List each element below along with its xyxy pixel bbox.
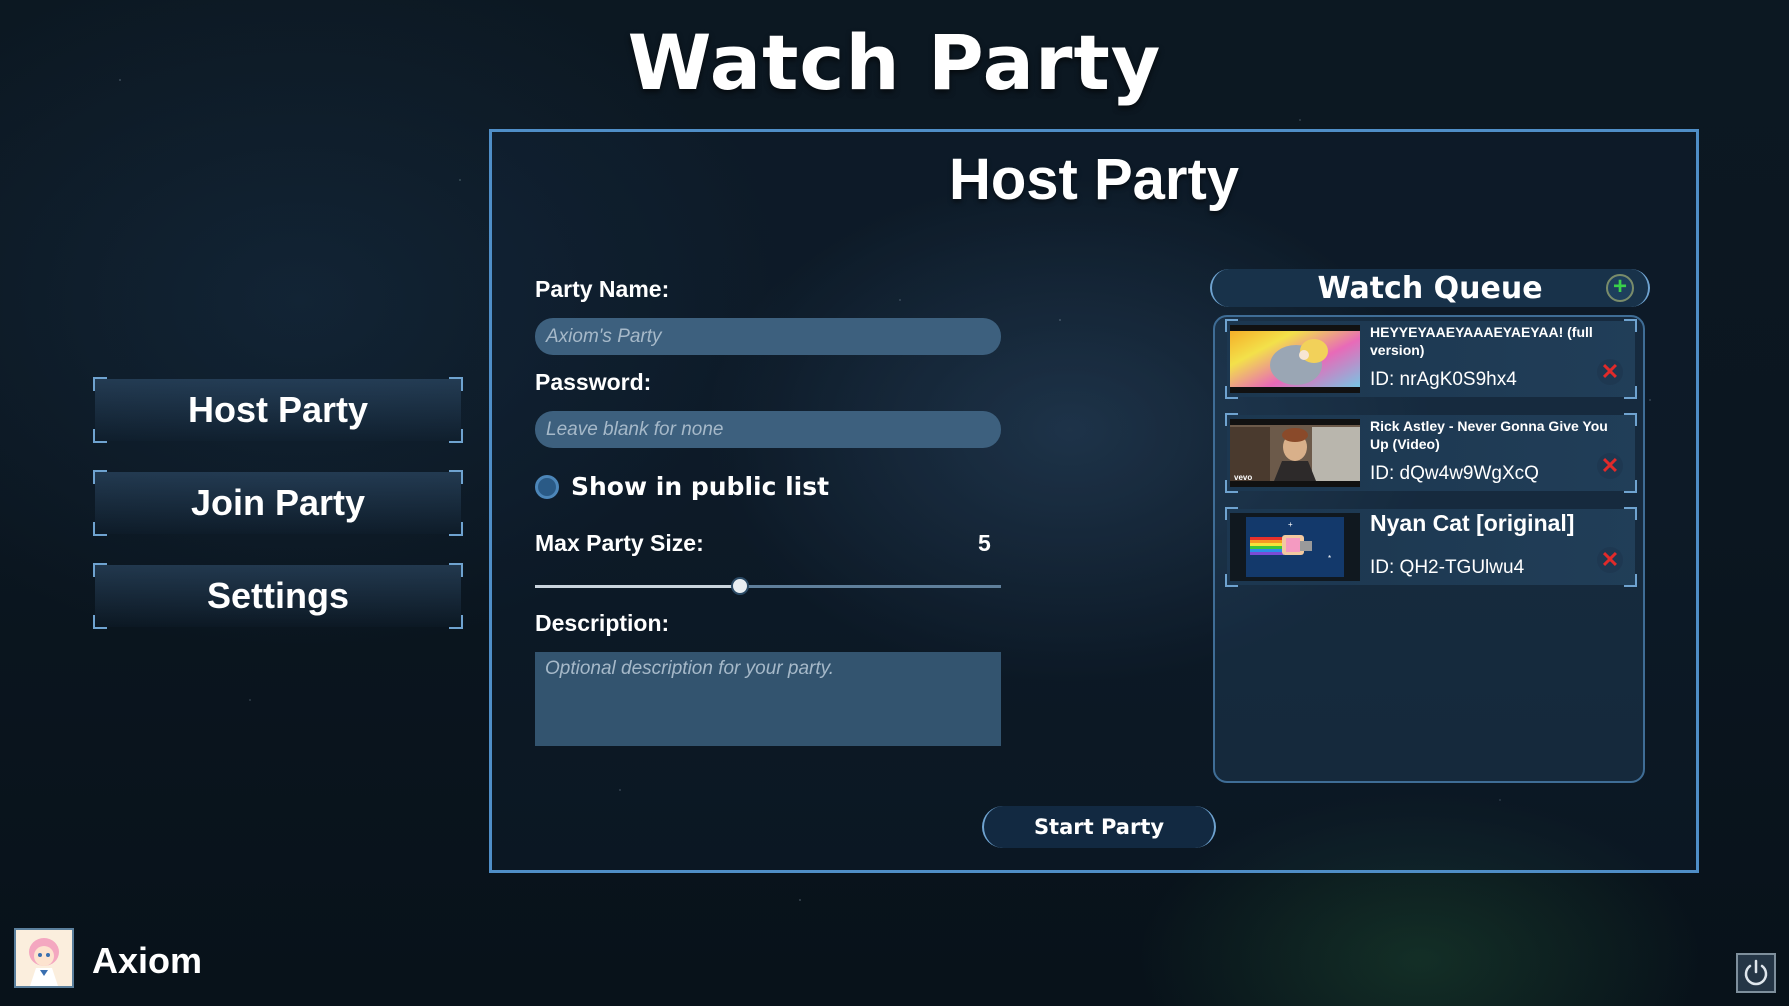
queue-item-id: ID: QH2-TGUlwu4 <box>1370 557 1525 578</box>
plus-icon[interactable]: + <box>1606 274 1634 302</box>
nav-join-party-label: Join Party <box>190 482 366 523</box>
public-list-radio[interactable] <box>535 474 559 499</box>
watch-queue-header: Watch Queue + <box>1210 269 1650 307</box>
queue-item-id: ID: nrAgK0S9hx4 <box>1370 369 1517 390</box>
panel-title: Host Party <box>948 147 1240 212</box>
public-list-toggle[interactable]: Show in public list <box>535 472 829 501</box>
nav-host-party-button[interactable]: Host Party <box>93 377 463 443</box>
start-party-button[interactable]: Start Party <box>982 806 1216 848</box>
close-icon[interactable]: ✕ <box>1597 453 1623 479</box>
nav-settings-button[interactable]: Settings <box>93 563 463 629</box>
app-title: Watch Party <box>627 18 1162 107</box>
password-label: Password: <box>535 369 652 395</box>
close-icon[interactable]: ✕ <box>1597 547 1623 573</box>
username: Axiom <box>92 940 203 981</box>
watch-queue-title: Watch Queue <box>1317 270 1543 306</box>
queue-item[interactable]: + * Nyan Cat [original] ID: QH2-TGUlwu4 … <box>1225 507 1637 587</box>
svg-text:*: * <box>1328 554 1331 563</box>
queue-item[interactable]: vevo Rick Astley - Never Gonna Give You … <box>1225 413 1637 493</box>
slider-fill <box>535 585 741 588</box>
queue-item[interactable]: HEYYEYAAEYAAAEYAEYAA! (full version) ID:… <box>1225 319 1637 399</box>
power-icon[interactable] <box>1736 953 1776 993</box>
video-thumbnail: + * <box>1230 513 1360 581</box>
queue-item-title: HEYYEYAAEYAAAEYAEYAA! (full version) <box>1370 324 1593 358</box>
max-party-size-slider[interactable] <box>535 577 1001 595</box>
description-textarea[interactable]: Optional description for your party. <box>535 652 1001 746</box>
nav-join-party-button[interactable]: Join Party <box>93 470 463 536</box>
max-party-size-label: Max Party Size: <box>535 530 704 556</box>
nav-host-party-label: Host Party <box>187 389 369 430</box>
nav-settings-label: Settings <box>206 575 349 616</box>
public-list-label: Show in public list <box>571 472 830 501</box>
queue-item-title: Nyan Cat [original] <box>1370 510 1575 536</box>
queue-item-id: ID: dQw4w9WgXcQ <box>1370 463 1539 484</box>
video-thumbnail <box>1230 325 1360 393</box>
watch-queue-list: HEYYEYAAEYAAAEYAEYAA! (full version) ID:… <box>1213 315 1645 783</box>
host-party-panel: Host Party Party Name: Axiom's Party Pas… <box>489 129 1699 873</box>
svg-text:+: + <box>1288 520 1293 529</box>
video-thumbnail: vevo <box>1230 419 1360 487</box>
party-name-input[interactable]: Axiom's Party <box>535 318 1001 355</box>
close-icon[interactable]: ✕ <box>1597 359 1623 385</box>
avatar[interactable] <box>14 928 74 988</box>
queue-item-title: Rick Astley - Never Gonna Give You Up (V… <box>1370 418 1608 452</box>
slider-thumb[interactable] <box>731 577 750 595</box>
password-input[interactable]: Leave blank for none <box>535 411 1001 448</box>
party-name-label: Party Name: <box>535 276 670 302</box>
max-party-size-value: 5 <box>978 530 991 556</box>
description-label: Description: <box>535 610 670 636</box>
vevo-logo: vevo <box>1234 473 1253 482</box>
